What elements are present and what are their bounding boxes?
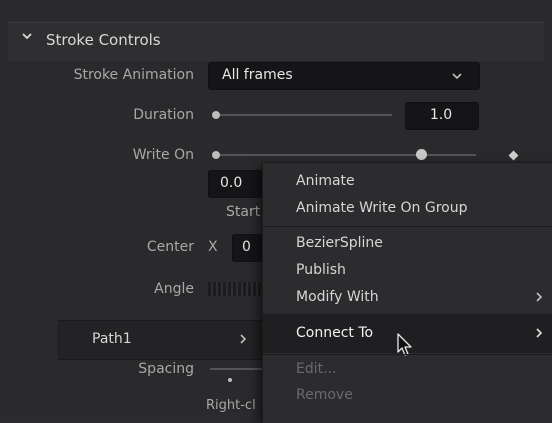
- chevron-right-icon: [536, 292, 543, 302]
- spacing-slider-tick: [228, 378, 232, 382]
- menu-item-edit[interactable]: Edit...: [296, 361, 336, 377]
- write-on-start-label: Start: [226, 204, 261, 220]
- write-on-start-value: 0.0: [220, 175, 243, 191]
- menu-item-animate[interactable]: Animate: [296, 173, 355, 189]
- menu-separator: [262, 354, 552, 355]
- center-x-label: X: [208, 239, 218, 255]
- stroke-animation-label: Stroke Animation: [73, 67, 194, 83]
- chevron-right-icon: [536, 328, 543, 338]
- duration-value: 1.0: [429, 107, 453, 123]
- angle-label: Angle: [154, 281, 194, 297]
- duration-label: Duration: [133, 107, 194, 123]
- menu-item-publish[interactable]: Publish: [296, 262, 346, 278]
- angle-jog-wheel[interactable]: [208, 282, 264, 296]
- hint-text: Right-cl: [206, 398, 256, 413]
- write-on-label: Write On: [132, 147, 194, 163]
- path-label: Path1: [92, 331, 132, 347]
- section-title: Stroke Controls: [46, 31, 161, 49]
- chevron-right-icon: [240, 334, 247, 344]
- menu-item-animate-write-on-group[interactable]: Animate Write On Group: [296, 200, 468, 216]
- chevron-down-icon[interactable]: [20, 29, 34, 43]
- chevron-down-icon: [452, 73, 462, 80]
- menu-item-remove[interactable]: Remove: [296, 387, 353, 403]
- menu-item-modify-with[interactable]: Modify With: [296, 289, 379, 305]
- stroke-animation-value: All frames: [222, 67, 293, 83]
- center-label: Center: [146, 239, 194, 255]
- spacing-slider-track[interactable]: [210, 368, 264, 370]
- write-on-end-handle[interactable]: [416, 149, 427, 160]
- write-on-start-handle[interactable]: [212, 151, 220, 159]
- menu-item-connect-to[interactable]: Connect To: [296, 325, 373, 341]
- duration-slider-track[interactable]: [216, 114, 392, 116]
- spacing-label: Spacing: [138, 361, 194, 377]
- menu-separator: [262, 226, 552, 227]
- write-on-slider-track[interactable]: [216, 154, 476, 156]
- duration-slider-handle[interactable]: [212, 111, 220, 119]
- center-x-value: 0: [242, 239, 251, 255]
- menu-item-bezierspline[interactable]: BezierSpline: [296, 235, 383, 251]
